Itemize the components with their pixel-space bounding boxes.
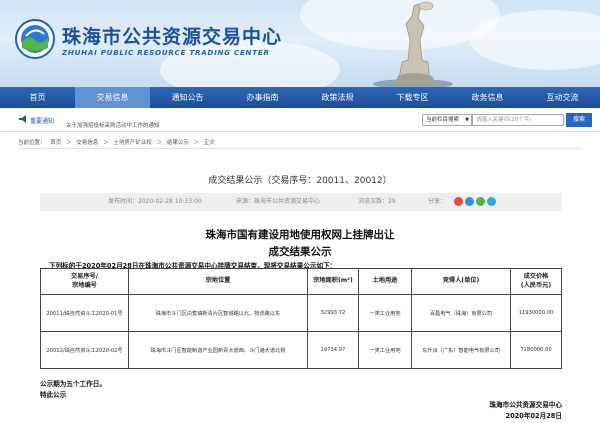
tencent-share-icon[interactable] xyxy=(487,197,496,206)
search-button[interactable]: 搜索 xyxy=(566,113,592,127)
article-meta-bar: 发布时间：2020-02-28 10:33:00 来源：珠海市公共资源交易中心 … xyxy=(40,193,562,211)
notice-strip: 重要通知 关于加强招投标采购活动中工作的通知 当前栏目搜索 ▼ 请输入关键词(2… xyxy=(0,108,600,132)
column-header: 宗地面积(m²) xyxy=(307,268,359,295)
fisher-girl-statue-icon xyxy=(373,1,453,87)
article-source: 来源：珠海市公共资源交易中心 xyxy=(236,198,321,205)
table-cell: 32993.72 xyxy=(307,294,359,332)
nav-item-policies[interactable]: 政策法规 xyxy=(300,87,375,108)
weibo-share-icon[interactable] xyxy=(454,197,463,206)
wechat-share-icon[interactable] xyxy=(476,197,485,206)
table-cell: 一类工业用地 xyxy=(358,331,412,369)
nav-item-service-guide[interactable]: 办事指南 xyxy=(225,87,300,108)
breadcrumb: 当前位置： 首页 ＞ 交易信息 ＞ 土地房产矿业权 ＞ 结果公示 ＞ 正文 xyxy=(18,138,218,146)
table-cell: 7180000.00 xyxy=(510,331,562,369)
column-header: 竞得人(单位) xyxy=(411,268,511,295)
column-header: 土地用途 xyxy=(358,268,412,295)
publish-date: 发布时间：2020-02-28 10:33:00 xyxy=(108,198,202,205)
breadcrumb-separator: ＞ xyxy=(66,140,72,146)
table-cell: 20011/珠自然资斗工2020-01号 xyxy=(40,294,129,332)
nav-item-interaction[interactable]: 互动交流 xyxy=(525,87,600,108)
notice-link[interactable]: 关于加强招投标采购活动中工作的通知 xyxy=(66,121,160,129)
qzone-share-icon[interactable] xyxy=(465,197,474,206)
issue-date: 2020年02月28日 xyxy=(505,412,563,420)
share-icons xyxy=(454,197,496,206)
site-logo-icon[interactable] xyxy=(14,18,56,60)
nav-item-trading-info[interactable]: 交易信息 xyxy=(75,87,150,108)
article-title: 成交结果公示（交易序号：20011、20012） xyxy=(208,176,392,186)
table-cell: 20012/珠自然资斗工2020-02号 xyxy=(40,331,129,369)
view-count: 浏览次数：29 xyxy=(358,198,396,205)
share-label: 分享： xyxy=(428,198,447,205)
document-heading-line1: 珠海市国有建设用地使用权网上挂牌出让 xyxy=(205,229,395,241)
breadcrumb-home[interactable]: 首页 xyxy=(50,140,61,146)
notice-label: 重要通知 xyxy=(30,118,55,125)
divider xyxy=(18,148,582,149)
table-cell: 东升派（广东）智能电气有限公司 xyxy=(411,331,511,369)
breadcrumb-separator: ＞ xyxy=(193,140,200,146)
nav-item-announcements[interactable]: 通知公告 xyxy=(150,87,225,108)
megaphone-icon xyxy=(19,115,26,123)
table-cell: 百昌电气（珠海）有限公司 xyxy=(411,294,511,332)
table-cell: 11930000.00 xyxy=(510,294,562,332)
document-heading-line2: 成交结果公示 xyxy=(268,246,332,258)
column-header: 宗地位置 xyxy=(128,268,308,295)
site-subtitle: ZHUHAI PUBLIC RESOURCE TRADING CENTER xyxy=(62,48,270,57)
breadcrumb-prefix: 当前位置： xyxy=(18,140,46,146)
search-input[interactable]: 请输入关键词(20个字) xyxy=(472,114,564,126)
closing-note: 特此公示 xyxy=(40,391,67,399)
table-cell: 珠海市斗门区白蕉镇新青片区智城路以北、物流路以东 xyxy=(128,294,308,332)
issuer-org: 珠海市公共资源交易中心 xyxy=(489,401,562,409)
site-title: 珠海市公共资源交易中心 xyxy=(62,26,283,48)
nav-item-downloads[interactable]: 下载专区 xyxy=(375,87,450,108)
breadcrumb-separator: ＞ xyxy=(156,140,163,146)
results-table: 交易序号/宗地编号 宗地位置 宗地面积(m²) 土地用途 竞得人(单位) 成交价… xyxy=(40,268,562,369)
site-header: 珠海市公共资源交易中心 ZHUHAI PUBLIC RESOURCE TRADI… xyxy=(0,0,600,87)
table-cell: 珠海市斗门区智能制造产业园新青大道西、斗门港大道北侧 xyxy=(128,331,308,369)
table-cell: 19734.97 xyxy=(307,331,359,369)
table-header-row: 交易序号/宗地编号 宗地位置 宗地面积(m²) 土地用途 竞得人(单位) 成交价… xyxy=(40,268,562,295)
search-scope-value: 当前栏目搜索 xyxy=(426,117,460,123)
breadcrumb-separator: ＞ xyxy=(103,140,109,146)
breadcrumb-trading-info[interactable]: 交易信息 xyxy=(76,140,98,146)
breadcrumb-current: 正文 xyxy=(203,140,215,146)
publicity-period-note: 公示期为五个工作日。 xyxy=(40,380,106,388)
column-header: 交易序号/宗地编号 xyxy=(40,268,129,295)
column-header: 成交价格 (人民币元) xyxy=(510,268,562,295)
table-row: 20011/珠自然资斗工2020-01号 珠海市斗门区白蕉镇新青片区智城路以北、… xyxy=(40,294,562,332)
table-cell: 一类工业用地 xyxy=(358,294,412,332)
main-nav: 首页 交易信息 通知公告 办事指南 政策法规 下载专区 政务信息 互动交流 xyxy=(0,87,600,108)
nav-item-gov-info[interactable]: 政务信息 xyxy=(450,87,525,108)
chevron-down-icon: ▼ xyxy=(465,117,469,123)
breadcrumb-results[interactable]: 结果公示 xyxy=(167,140,189,146)
nav-item-home[interactable]: 首页 xyxy=(0,87,75,108)
breadcrumb-land[interactable]: 土地房产矿业权 xyxy=(113,140,152,146)
search-scope-select[interactable]: 当前栏目搜索 ▼ xyxy=(422,114,472,126)
table-row: 20012/珠自然资斗工2020-02号 珠海市斗门区智能制造产业园新青大道西、… xyxy=(40,331,562,369)
